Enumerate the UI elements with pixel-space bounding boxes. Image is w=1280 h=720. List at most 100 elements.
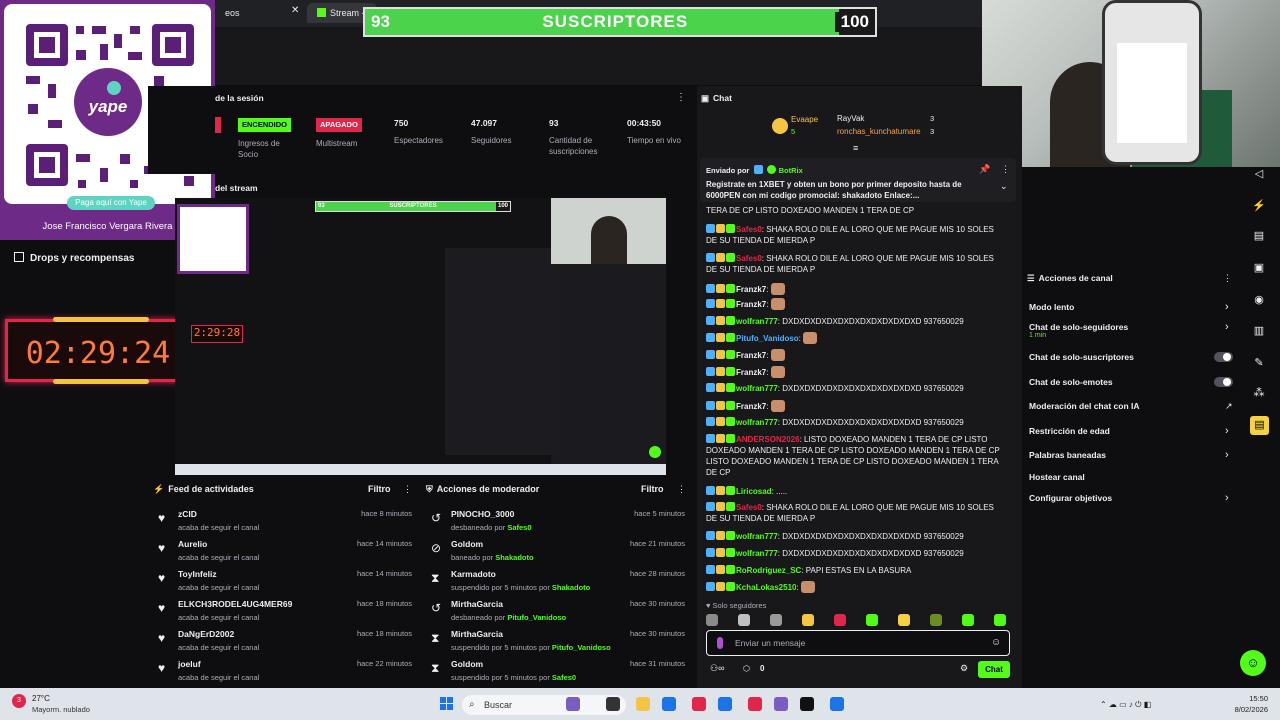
emote-icon[interactable] bbox=[962, 614, 974, 626]
chevron-right-icon[interactable]: › bbox=[1225, 425, 1229, 437]
chat-username[interactable]: wolfran777 bbox=[736, 317, 778, 326]
chat-username[interactable]: Safes0 bbox=[736, 225, 762, 234]
top-gifter-3[interactable]: ronchas_kunchatumare bbox=[837, 127, 921, 136]
activity-user[interactable]: ToyInfeliz bbox=[178, 569, 217, 579]
emote-icon[interactable] bbox=[994, 614, 1006, 626]
taskbar-search[interactable]: ⌕ Buscar bbox=[462, 695, 626, 715]
emote-icon[interactable] bbox=[834, 614, 846, 626]
chart-icon[interactable]: ↗ bbox=[1225, 401, 1233, 412]
mod-action-user[interactable]: Goldom bbox=[451, 659, 483, 669]
chat-username[interactable]: wolfran777 bbox=[736, 418, 778, 427]
send-chat-button[interactable]: Chat bbox=[978, 661, 1010, 678]
pinned-by-user[interactable]: BotRix bbox=[779, 166, 803, 175]
channel-action-label[interactable]: Restricción de edad bbox=[1029, 426, 1110, 436]
chat-username[interactable]: Franzk7 bbox=[736, 351, 766, 360]
taskbar-app-icon[interactable] bbox=[748, 697, 762, 711]
rail-highlight-icon[interactable]: ▤ bbox=[1250, 416, 1269, 435]
drops-rewards-link[interactable]: Drops y recompensas bbox=[14, 252, 135, 264]
chat-username[interactable]: Liricosad bbox=[736, 487, 772, 496]
taskbar-app-icon[interactable] bbox=[718, 697, 732, 711]
activity-filter-button[interactable]: Filtro bbox=[368, 484, 391, 494]
mod-filter-button[interactable]: Filtro bbox=[641, 484, 664, 494]
rail-lightning-icon[interactable]: ⚡ bbox=[1252, 199, 1266, 213]
pin-icon[interactable]: 📌 bbox=[979, 164, 990, 175]
channel-actions-menu-icon[interactable]: ⋮ bbox=[1223, 273, 1232, 284]
activity-row[interactable]: ♥ ToyInfeliz acaba de seguir el canal hace … bbox=[150, 569, 412, 599]
channel-action-label[interactable]: Moderación del chat con IA bbox=[1029, 401, 1140, 411]
chat-username[interactable]: Franzk7 bbox=[736, 300, 766, 309]
taskbar-app-icon[interactable] bbox=[692, 697, 706, 711]
channel-action-label[interactable]: Chat de solo-seguidores bbox=[1029, 322, 1128, 332]
channel-action-label[interactable]: Configurar objetivos bbox=[1029, 493, 1112, 503]
emote-icon[interactable] bbox=[706, 614, 718, 626]
channel-action-label[interactable]: Palabras baneadas bbox=[1029, 450, 1106, 460]
rail-sound-icon[interactable]: ◁ bbox=[1252, 167, 1266, 181]
top-gifter-2[interactable]: RayVak bbox=[837, 114, 864, 123]
taskbar-app-icon[interactable] bbox=[636, 697, 650, 711]
chevron-right-icon[interactable]: › bbox=[1225, 301, 1229, 313]
activity-menu-icon[interactable]: ⋮ bbox=[403, 484, 412, 495]
mod-action-by[interactable]: Safes0 bbox=[507, 523, 531, 532]
chat-username[interactable]: Franzk7 bbox=[736, 402, 766, 411]
session-menu-icon[interactable]: ⋮ bbox=[676, 92, 686, 103]
chat-username[interactable]: ANDERSON2026 bbox=[736, 435, 800, 444]
mod-action-by[interactable]: Pitufo_Vanidoso bbox=[507, 613, 566, 622]
mod-action-by[interactable]: Pitufo_Vanidoso bbox=[552, 643, 611, 652]
mod-action-row[interactable]: ⧗ Karmadoto suspendido por 5 minutos por S… bbox=[423, 569, 685, 599]
chat-username[interactable]: KchaLokas2510 bbox=[736, 583, 796, 592]
mod-menu-icon[interactable]: ⋮ bbox=[677, 484, 686, 495]
taskbar-app-icon[interactable] bbox=[566, 697, 580, 711]
activity-row[interactable]: ♥ joeluf acaba de seguir el canal hace 22 m… bbox=[150, 659, 412, 689]
activity-row[interactable]: ♥ zCID acaba de seguir el canal hace 8 minu… bbox=[150, 509, 412, 539]
activity-user[interactable]: Aurelio bbox=[178, 539, 207, 549]
chat-username[interactable]: Pitufo_Vanidoso bbox=[736, 334, 799, 343]
top-gifter-1[interactable]: Evaape bbox=[791, 115, 818, 124]
channel-action-label[interactable]: Modo lento bbox=[1029, 302, 1074, 312]
chevron-right-icon[interactable]: › bbox=[1225, 321, 1229, 333]
stream-preview[interactable]: 93 SUSCRIPTORES 100 2:29:28 bbox=[175, 198, 666, 475]
mod-action-user[interactable]: Goldom bbox=[451, 539, 483, 549]
activity-user[interactable]: ELKCH3RODEL4UG4MER69 bbox=[178, 599, 292, 609]
tab-close-icon[interactable]: ✕ bbox=[291, 5, 299, 16]
channel-action-label[interactable]: Chat de solo-emotes bbox=[1029, 377, 1113, 387]
mod-action-user[interactable]: MirthaGarcia bbox=[451, 599, 503, 609]
activity-row[interactable]: ♥ Aurelio acaba de seguir el canal hace 14 … bbox=[150, 539, 412, 569]
toggle-switch[interactable] bbox=[1214, 377, 1233, 387]
chat-username[interactable]: Safes0 bbox=[736, 254, 762, 263]
chat-username[interactable]: Franzk7 bbox=[736, 368, 766, 377]
rail-clipboard-icon[interactable]: ▤ bbox=[1252, 229, 1266, 243]
mod-action-by[interactable]: Shakadoto bbox=[495, 553, 533, 562]
mod-action-row[interactable]: ⧗ Goldom suspendido por 5 minutos por Safe… bbox=[423, 659, 685, 689]
chevron-right-icon[interactable]: › bbox=[1225, 492, 1229, 504]
chevron-right-icon[interactable]: › bbox=[1225, 449, 1229, 461]
emote-icon[interactable] bbox=[930, 614, 942, 626]
chat-input[interactable]: Enviar un mensaje ☺ bbox=[706, 630, 1010, 656]
mod-action-user[interactable]: Karmadoto bbox=[451, 569, 496, 579]
chat-username[interactable]: wolfran777 bbox=[736, 549, 778, 558]
activity-row[interactable]: ♥ DaNgErD2002 acaba de seguir el canal hace… bbox=[150, 629, 412, 659]
mod-action-by[interactable]: Safes0 bbox=[552, 673, 576, 682]
taskbar-app-icon[interactable] bbox=[662, 697, 676, 711]
toggle-switch[interactable] bbox=[1214, 352, 1233, 362]
emoji-icon[interactable]: ☺ bbox=[991, 637, 1001, 648]
chat-username[interactable]: wolfran777 bbox=[736, 532, 778, 541]
pinned-expand-icon[interactable]: ⌄ bbox=[1000, 181, 1008, 192]
mod-action-row[interactable]: ↺ PINOCHO_3000 desbaneado por Safes0 hace 5… bbox=[423, 509, 685, 539]
taskbar-app-icon[interactable] bbox=[830, 697, 844, 711]
windows-start-icon[interactable] bbox=[440, 697, 454, 711]
rail-chat-icon[interactable]: ▣ bbox=[1252, 261, 1266, 275]
chat-username[interactable]: RoRodriguez_SC bbox=[736, 566, 801, 575]
fab-quick-action-icon[interactable]: ☺ bbox=[1240, 650, 1266, 676]
rail-nodes-icon[interactable]: ⁂ bbox=[1252, 386, 1266, 400]
users-icon[interactable]: ⚇∞ bbox=[710, 663, 724, 674]
chat-username[interactable]: Franzk7 bbox=[736, 285, 766, 294]
activity-user[interactable]: DaNgErD2002 bbox=[178, 629, 234, 639]
rail-server-icon[interactable]: ▥ bbox=[1252, 324, 1266, 338]
mod-action-row[interactable]: ↺ MirthaGarcia desbaneado por Pitufo_Vanid… bbox=[423, 599, 685, 629]
emote-icon[interactable] bbox=[738, 614, 750, 626]
rail-broadcast-icon[interactable]: ◉ bbox=[1252, 293, 1266, 307]
channel-action-label[interactable]: Chat de solo-suscriptores bbox=[1029, 352, 1134, 362]
weather-icon[interactable]: 3 bbox=[12, 694, 26, 708]
chat-username[interactable]: Safes0 bbox=[736, 503, 762, 512]
collapse-icon[interactable]: ≡ bbox=[853, 143, 858, 153]
